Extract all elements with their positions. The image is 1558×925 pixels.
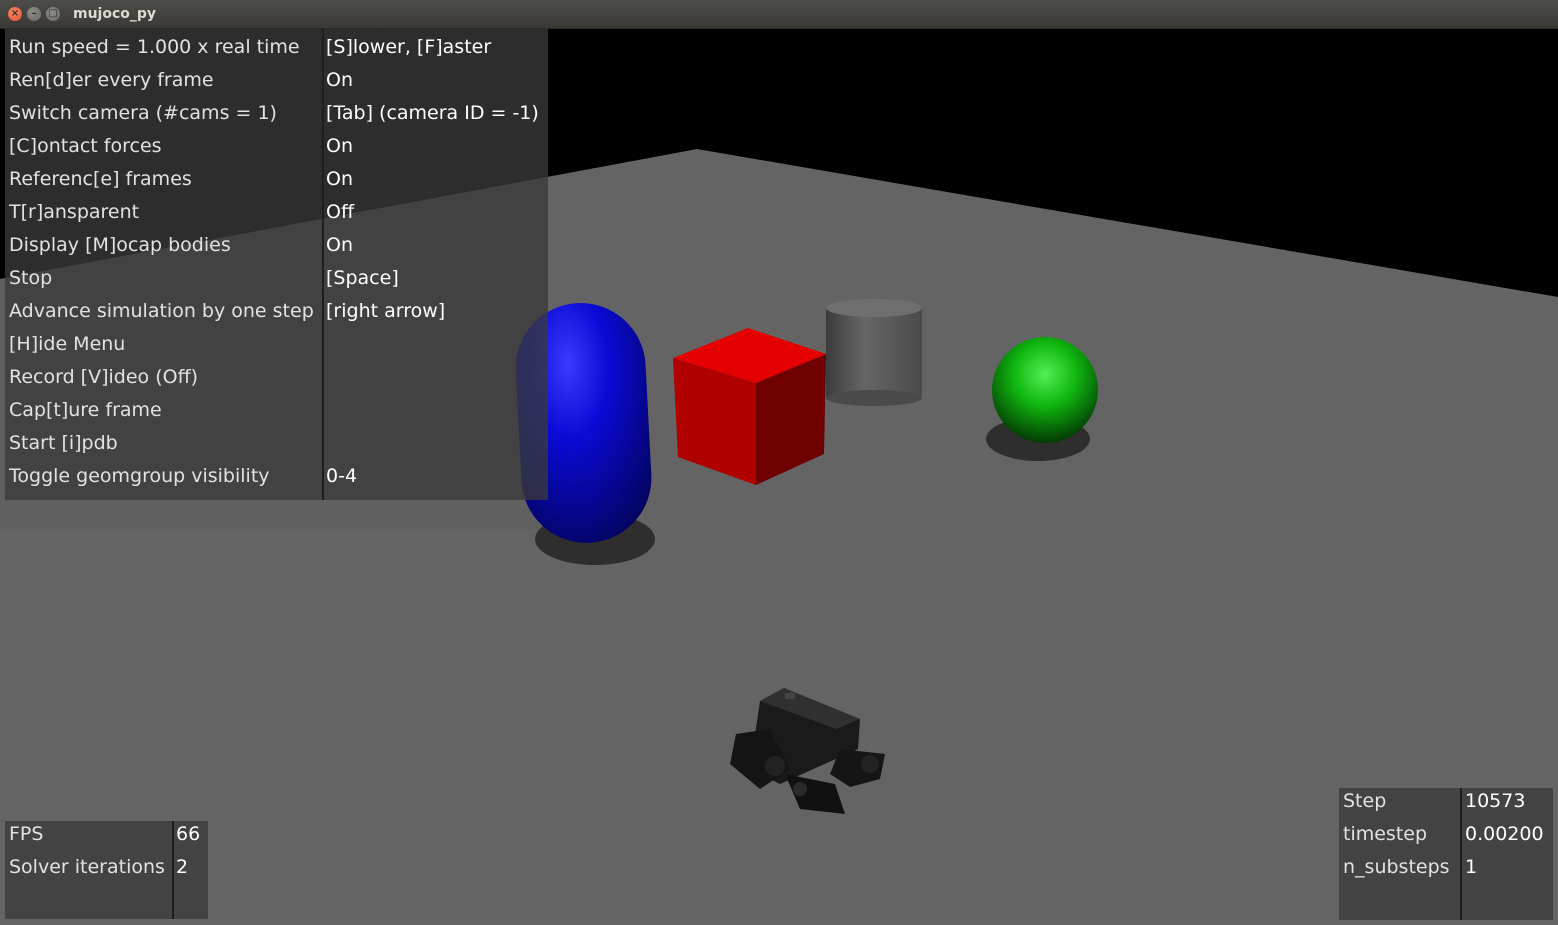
menu-label: [C]ontact forces bbox=[9, 135, 162, 157]
menu-label: Referenc[e] frames bbox=[9, 168, 192, 190]
stat-label: Solver iterations bbox=[9, 856, 165, 878]
stat-value: 66 bbox=[176, 823, 201, 845]
menu-value: [Tab] (camera ID = -1) bbox=[326, 102, 539, 124]
minimize-window-button[interactable]: – bbox=[27, 7, 41, 21]
window-title: mujoco_py bbox=[73, 6, 157, 22]
menu-label: Switch camera (#cams = 1) bbox=[9, 102, 277, 124]
menu-label: Ren[d]er every frame bbox=[9, 69, 214, 91]
menu-value bbox=[326, 394, 539, 427]
step-stats-labels: Step timestep n_substeps bbox=[1343, 785, 1450, 884]
menu-value: [right arrow] bbox=[326, 300, 446, 322]
menu-label: [H]ide Menu bbox=[9, 333, 126, 355]
menu-value: [Space] bbox=[326, 267, 399, 289]
menu-label: Record [V]ideo (Off) bbox=[9, 366, 199, 388]
maximize-window-button[interactable]: □ bbox=[46, 7, 60, 21]
stat-value: 0.00200 bbox=[1465, 823, 1544, 845]
fps-stats-labels: FPS Solver iterations bbox=[9, 818, 165, 884]
menu-value: [S]lower, [F]aster bbox=[326, 36, 492, 58]
stat-label: n_substeps bbox=[1343, 856, 1450, 878]
stat-label: timestep bbox=[1343, 823, 1428, 845]
stat-value: 1 bbox=[1465, 856, 1478, 878]
stat-label: Step bbox=[1343, 790, 1387, 812]
menu-value: On bbox=[326, 69, 353, 91]
menu-column-divider bbox=[322, 29, 324, 500]
menu-value: On bbox=[326, 234, 353, 256]
stat-value: 2 bbox=[176, 856, 189, 878]
window-titlebar[interactable]: × – □ mujoco_py bbox=[0, 0, 1558, 29]
menu-label-column: Run speed = 1.000 x real time Ren[d]er e… bbox=[9, 31, 314, 493]
red-box[interactable] bbox=[673, 328, 826, 485]
menu-value: On bbox=[326, 168, 353, 190]
menu-label: Toggle geomgroup visibility bbox=[9, 465, 270, 487]
menu-label: Start [i]pdb bbox=[9, 432, 118, 454]
menu-value: Off bbox=[326, 201, 355, 223]
stat-label: FPS bbox=[9, 823, 44, 845]
green-sphere[interactable] bbox=[992, 337, 1098, 443]
menu-value: On bbox=[326, 135, 353, 157]
menu-label: Advance simulation by one step bbox=[9, 300, 314, 322]
menu-value bbox=[326, 328, 539, 361]
step-stats-values: 10573 0.00200 1 bbox=[1465, 785, 1544, 884]
menu-value bbox=[326, 427, 539, 460]
menu-value-column: [S]lower, [F]aster On [Tab] (camera ID =… bbox=[326, 31, 539, 493]
menu-value bbox=[326, 361, 539, 394]
gray-cylinder[interactable] bbox=[826, 299, 922, 406]
menu-label: Stop bbox=[9, 267, 53, 289]
stat-value: 10573 bbox=[1465, 790, 1526, 812]
menu-label: Run speed = 1.000 x real time bbox=[9, 36, 300, 58]
menu-value: 0-4 bbox=[326, 465, 358, 487]
fps-stats-divider bbox=[172, 821, 174, 919]
menu-label: Cap[t]ure frame bbox=[9, 399, 162, 421]
step-stats-divider bbox=[1460, 788, 1462, 920]
menu-label: T[r]ansparent bbox=[9, 201, 140, 223]
fps-stats-values: 66 2 bbox=[176, 818, 200, 884]
menu-label: Display [M]ocap bodies bbox=[9, 234, 231, 256]
close-window-button[interactable]: × bbox=[8, 7, 22, 21]
